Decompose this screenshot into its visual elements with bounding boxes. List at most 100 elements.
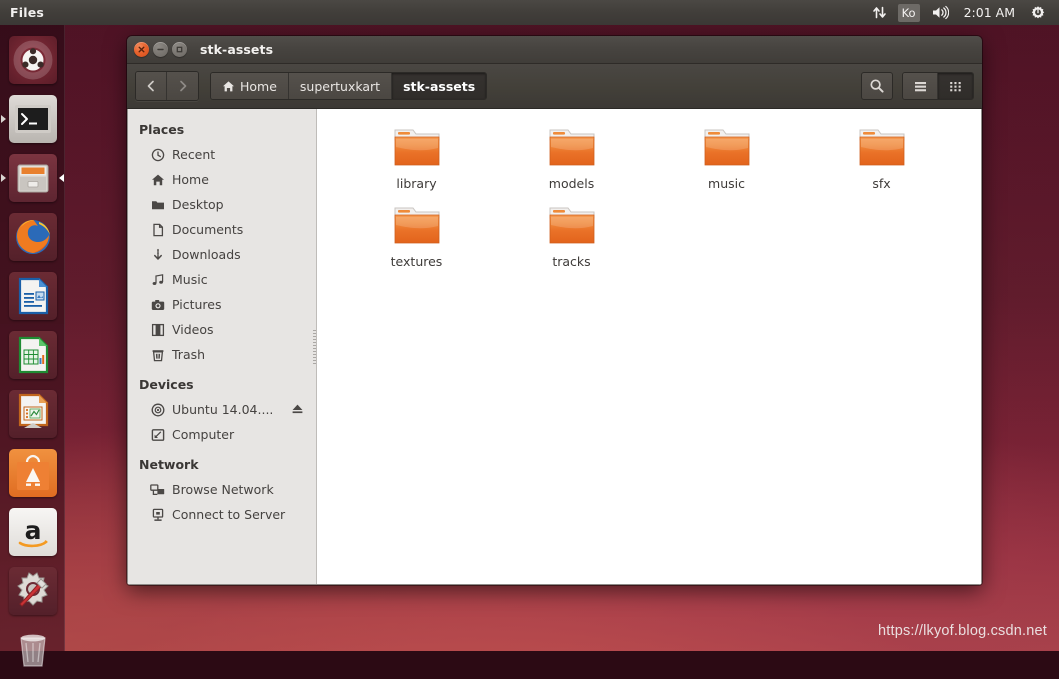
- sidebar-section-network: Network: [139, 457, 199, 472]
- panel-indicators: Ko 2:01 AM: [866, 0, 1059, 25]
- search-button[interactable]: [861, 72, 893, 100]
- folder-icon: [701, 126, 753, 170]
- server-connect-icon: [150, 507, 165, 522]
- file-label: music: [708, 176, 745, 191]
- window-titlebar[interactable]: stk-assets: [127, 36, 982, 64]
- file-item-models[interactable]: models: [494, 123, 649, 201]
- unity-launcher: a: [0, 25, 65, 667]
- sidebar-resize-handle[interactable]: [313, 329, 316, 364]
- volume-icon[interactable]: [925, 0, 955, 25]
- document-icon: [150, 222, 165, 237]
- sidebar-item-documents[interactable]: Documents: [128, 217, 316, 242]
- clock-indicator[interactable]: 2:01 AM: [957, 0, 1022, 25]
- file-label: textures: [390, 254, 443, 269]
- maximize-button[interactable]: [172, 42, 187, 57]
- file-label: models: [548, 176, 595, 191]
- minimize-button[interactable]: [153, 42, 168, 57]
- file-content-area[interactable]: library models music sfx textures tracks: [317, 109, 981, 584]
- launcher-item-ubuntu-software-center[interactable]: [0, 443, 65, 502]
- file-grid: library models music sfx textures tracks: [339, 123, 981, 279]
- sidebar-item-label: Desktop: [172, 197, 224, 212]
- folder-icon: [856, 126, 908, 170]
- keyboard-layout-indicator[interactable]: Ko: [897, 3, 920, 22]
- nautilus-toolbar: Home supertuxkart stk-assets: [127, 64, 982, 109]
- sidebar-item-desktop[interactable]: Desktop: [128, 192, 316, 217]
- sidebar-item-ubuntu-disc[interactable]: Ubuntu 14.04....: [128, 397, 316, 422]
- launcher-item-libreoffice-writer[interactable]: [0, 266, 65, 325]
- nautilus-window: stk-assets Home supertuxkart stk-assets …: [127, 36, 982, 585]
- sidebar-item-home[interactable]: Home: [128, 167, 316, 192]
- launcher-item-ubuntu-dash[interactable]: [0, 30, 65, 89]
- sidebar-item-label: Home: [172, 172, 209, 187]
- folder-icon: [546, 126, 598, 170]
- home-icon: [222, 80, 235, 93]
- file-item-library[interactable]: library: [339, 123, 494, 201]
- search-icon: [870, 79, 884, 93]
- sidebar-item-label: Pictures: [172, 297, 222, 312]
- breadcrumb-item-supertuxkart[interactable]: supertuxkart: [288, 73, 393, 99]
- sidebar-item-pictures[interactable]: Pictures: [128, 292, 316, 317]
- file-label: library: [396, 176, 437, 191]
- breadcrumb-label: stk-assets: [403, 78, 476, 94]
- sidebar-item-browse-network[interactable]: Browse Network: [128, 477, 316, 502]
- sidebar: Places Recent Home Desktop Documents Dow…: [128, 109, 317, 584]
- launcher-focus-arrow-left: [1, 114, 6, 123]
- back-button[interactable]: [136, 72, 167, 100]
- file-item-sfx[interactable]: sfx: [804, 123, 959, 201]
- sidebar-item-label: Ubuntu 14.04....: [172, 402, 274, 417]
- file-item-tracks[interactable]: tracks: [494, 201, 649, 279]
- sidebar-item-label: Computer: [172, 427, 235, 442]
- music-note-icon: [150, 272, 165, 287]
- folder-icon: [391, 126, 443, 170]
- list-view-button[interactable]: [903, 73, 938, 99]
- network-up-down-icon[interactable]: [866, 0, 893, 25]
- folder-icon: [150, 197, 165, 212]
- file-item-music[interactable]: music: [649, 123, 804, 201]
- watermark-text: https://lkyof.blog.csdn.net: [877, 623, 1047, 639]
- launcher-item-system-settings[interactable]: [0, 561, 65, 620]
- folder-icon: [391, 204, 443, 248]
- breadcrumb-item-home[interactable]: Home: [211, 73, 289, 99]
- sidebar-section-devices: Devices: [139, 377, 194, 392]
- forward-button[interactable]: [167, 72, 198, 100]
- launcher-item-libreoffice-calc[interactable]: [0, 325, 65, 384]
- home-icon: [150, 172, 165, 187]
- sidebar-item-recent[interactable]: Recent: [128, 142, 316, 167]
- sidebar-item-label: Documents: [172, 222, 244, 237]
- sidebar-item-videos[interactable]: Videos: [128, 317, 316, 342]
- sidebar-item-label: Downloads: [172, 247, 241, 262]
- breadcrumb-item-stk-assets[interactable]: stk-assets: [392, 73, 487, 99]
- clock-icon: [150, 147, 165, 162]
- launcher-focus-arrow-left: [1, 173, 6, 182]
- panel-app-title[interactable]: Files: [0, 5, 44, 20]
- grid-view-button[interactable]: [938, 73, 973, 99]
- sidebar-item-label: Videos: [172, 322, 214, 337]
- computer-icon: [150, 427, 165, 442]
- launcher-item-trash[interactable]: [0, 620, 65, 679]
- breadcrumb: Home supertuxkart stk-assets: [210, 72, 488, 100]
- toolbar-right-group: [861, 72, 974, 100]
- navigation-buttons: [135, 71, 199, 101]
- camera-icon: [150, 297, 165, 312]
- gear-power-icon[interactable]: [1024, 0, 1052, 25]
- window-body: Places Recent Home Desktop Documents Dow…: [127, 109, 982, 585]
- eject-icon[interactable]: [291, 402, 304, 418]
- launcher-item-libreoffice-impress[interactable]: [0, 384, 65, 443]
- top-panel: Files Ko 2:01 AM: [0, 0, 1059, 25]
- launcher-item-terminal[interactable]: [0, 89, 65, 148]
- sidebar-item-downloads[interactable]: Downloads: [128, 242, 316, 267]
- file-label: sfx: [872, 176, 891, 191]
- breadcrumb-label: Home: [240, 78, 277, 94]
- launcher-item-firefox[interactable]: [0, 207, 65, 266]
- file-item-textures[interactable]: textures: [339, 201, 494, 279]
- folder-icon: [546, 204, 598, 248]
- file-label: tracks: [552, 254, 591, 269]
- close-button[interactable]: [134, 42, 149, 57]
- launcher-item-files[interactable]: [0, 148, 65, 207]
- sidebar-item-music[interactable]: Music: [128, 267, 316, 292]
- svg-text:a: a: [24, 516, 41, 545]
- sidebar-item-trash[interactable]: Trash: [128, 342, 316, 367]
- sidebar-item-connect-to-server[interactable]: Connect to Server: [128, 502, 316, 527]
- launcher-item-amazon[interactable]: a: [0, 502, 65, 561]
- sidebar-item-computer[interactable]: Computer: [128, 422, 316, 447]
